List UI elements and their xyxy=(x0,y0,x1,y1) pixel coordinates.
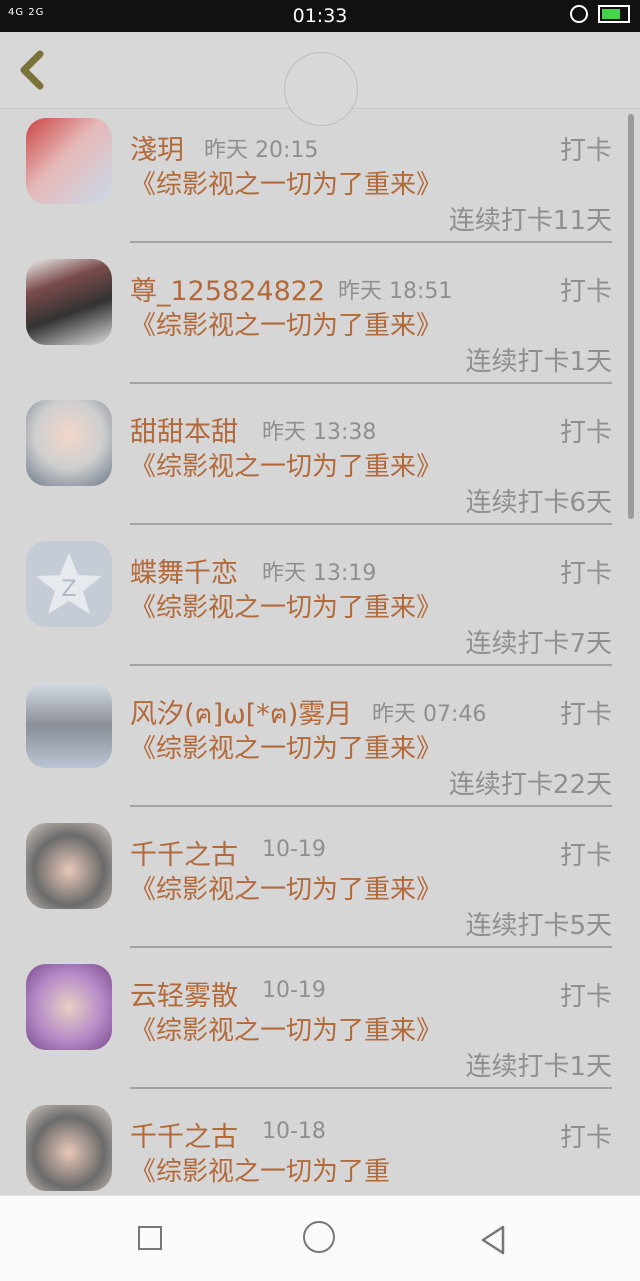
list-item[interactable]: 甜甜本甜 昨天 13:38 打卡 《综影视之一切为了重来》 连续打卡6天 xyxy=(0,392,640,533)
divider xyxy=(130,382,612,384)
checkin-streak: 连续打卡1天 xyxy=(465,347,612,377)
checkin-streak: 连续打卡22天 xyxy=(448,770,612,800)
list-item[interactable]: Z 蝶舞千恋 昨天 13:19 打卡 《综影视之一切为了重来》 连续打卡7天 xyxy=(0,533,640,674)
checkin-action: 打卡 xyxy=(559,1123,612,1153)
avatar xyxy=(26,823,112,909)
checkin-time: 10-19 xyxy=(262,978,326,1003)
scrollbar[interactable] xyxy=(628,114,634,519)
user-name: 甜甜本甜 xyxy=(130,417,238,448)
user-name: 尊_125824822 xyxy=(130,276,326,307)
alarm-icon xyxy=(570,5,588,23)
book-title: 《综影视之一切为了重来》 xyxy=(130,734,443,764)
avatar xyxy=(26,964,112,1050)
user-name: 云轻雾散 xyxy=(130,981,238,1012)
user-name: 蝶舞千恋 xyxy=(130,558,238,589)
book-title: 《综影视之一切为了重来》 xyxy=(130,593,443,623)
checkin-list: 淺玥 昨天 20:15 打卡 《综影视之一切为了重来》 连续打卡11天 尊_12… xyxy=(0,110,640,1195)
svg-text:Z: Z xyxy=(61,577,76,602)
home-button[interactable] xyxy=(303,1221,335,1253)
back-button[interactable] xyxy=(14,50,54,90)
top-bar xyxy=(0,32,640,126)
star-logo-icon: Z xyxy=(36,553,102,614)
divider xyxy=(130,664,612,666)
list-item[interactable]: 云轻雾散 10-19 打卡 《综影视之一切为了重来》 连续打卡1天 xyxy=(0,956,640,1097)
chevron-left-icon xyxy=(20,50,44,90)
list-item[interactable]: 千千之古 10-18 打卡 《综影视之一切为了重 xyxy=(0,1097,640,1195)
avatar xyxy=(26,400,112,486)
checkin-streak: 连续打卡6天 xyxy=(465,488,612,518)
user-name: 风汐(ฅ]ω[*ฅ)雾月 xyxy=(130,699,353,730)
checkin-streak: 连续打卡5天 xyxy=(465,911,612,941)
system-navigation-bar xyxy=(0,1195,640,1281)
divider xyxy=(130,805,612,807)
user-name: 千千之古 xyxy=(130,1122,238,1153)
checkin-streak: 连续打卡7天 xyxy=(465,629,612,659)
book-title: 《综影视之一切为了重来》 xyxy=(130,1016,443,1046)
checkin-action: 打卡 xyxy=(559,418,612,448)
status-bar: 4G 2G 01:33 xyxy=(0,0,640,32)
checkin-streak: 连续打卡1天 xyxy=(465,1052,612,1082)
checkin-time: 10-18 xyxy=(262,1119,326,1144)
book-title: 《综影视之一切为了重来》 xyxy=(130,311,443,341)
avatar xyxy=(26,682,112,768)
checkin-action: 打卡 xyxy=(559,700,612,730)
book-title: 《综影视之一切为了重来》 xyxy=(130,875,443,905)
divider xyxy=(130,241,612,243)
checkin-action: 打卡 xyxy=(559,982,612,1012)
user-name: 千千之古 xyxy=(130,840,238,871)
book-title: 《综影视之一切为了重 xyxy=(130,1157,391,1187)
checkin-action: 打卡 xyxy=(559,136,612,166)
battery-icon xyxy=(598,5,630,23)
system-back-button[interactable] xyxy=(479,1224,507,1260)
triangle-back-icon xyxy=(481,1225,505,1255)
book-title: 《综影视之一切为了重来》 xyxy=(130,170,443,200)
checkin-time: 昨天 13:19 xyxy=(262,561,377,586)
user-name: 淺玥 xyxy=(130,135,184,166)
divider xyxy=(130,946,612,948)
avatar xyxy=(26,259,112,345)
recent-apps-button[interactable] xyxy=(138,1226,162,1250)
book-title: 《综影视之一切为了重来》 xyxy=(130,452,443,482)
divider xyxy=(130,523,612,525)
list-item[interactable]: 尊_125824822 昨天 18:51 打卡 《综影视之一切为了重来》 连续打… xyxy=(0,251,640,392)
checkin-time: 昨天 20:15 xyxy=(204,138,319,163)
list-item[interactable]: 风汐(ฅ]ω[*ฅ)雾月 昨天 07:46 打卡 《综影视之一切为了重来》 连续… xyxy=(0,674,640,815)
checkin-time: 昨天 07:46 xyxy=(372,702,487,727)
clock: 01:33 xyxy=(292,5,348,27)
checkin-action: 打卡 xyxy=(559,841,612,871)
checkin-streak: 连续打卡11天 xyxy=(448,206,612,236)
avatar: Z xyxy=(26,541,112,627)
checkin-action: 打卡 xyxy=(559,277,612,307)
avatar xyxy=(26,1105,112,1191)
list-item[interactable]: 千千之古 10-19 打卡 《综影视之一切为了重来》 连续打卡5天 xyxy=(0,815,640,956)
divider xyxy=(130,1087,612,1089)
avatar xyxy=(26,118,112,204)
list-item[interactable]: 淺玥 昨天 20:15 打卡 《综影视之一切为了重来》 连续打卡11天 xyxy=(0,110,640,251)
checkin-time: 10-19 xyxy=(262,837,326,862)
checkin-action: 打卡 xyxy=(559,559,612,589)
checkin-time: 昨天 13:38 xyxy=(262,420,377,445)
checkin-time: 昨天 18:51 xyxy=(338,279,453,304)
